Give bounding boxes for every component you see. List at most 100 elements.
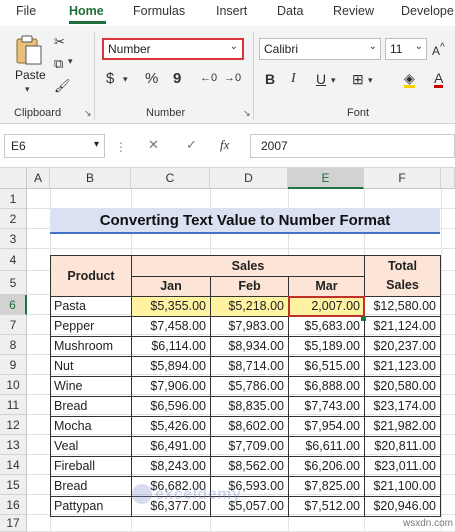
row-header[interactable]: 12 [0, 415, 27, 435]
copy-icon[interactable]: ⧉ [54, 56, 63, 72]
tab-developer[interactable]: Develope [401, 4, 454, 18]
borders-icon[interactable]: ⊞ [352, 71, 364, 88]
cell-mar[interactable]: $7,825.00 [288, 476, 365, 497]
tab-insert[interactable]: Insert [216, 4, 247, 18]
header-product[interactable]: Product [50, 255, 132, 297]
increase-decimal-icon[interactable]: ←0 [200, 72, 217, 84]
column-header-c[interactable]: C [131, 168, 210, 189]
cell-total[interactable]: $20,811.00 [364, 436, 441, 457]
cell-total[interactable]: $21,100.00 [364, 476, 441, 497]
cell-jan[interactable]: $6,596.00 [131, 396, 211, 417]
row-header[interactable]: 16 [0, 495, 27, 515]
accounting-format-button[interactable]: $ [106, 70, 114, 87]
row-header[interactable]: 14 [0, 455, 27, 475]
font-color-icon[interactable]: A [434, 71, 444, 88]
cut-icon[interactable]: ✂ [54, 34, 65, 50]
cell-feb[interactable]: $8,602.00 [210, 416, 289, 437]
cell-mar[interactable]: 2,007.00 [288, 296, 365, 317]
cell-total[interactable]: $20,580.00 [364, 376, 441, 397]
cell-mar[interactable]: $6,888.00 [288, 376, 365, 397]
paste-button[interactable]: Paste [15, 68, 46, 82]
row-header[interactable]: 7 [0, 315, 27, 335]
cell-mar[interactable]: $7,512.00 [288, 496, 365, 517]
column-header-d[interactable]: D [210, 168, 288, 189]
borders-dropdown-icon[interactable]: ▾ [368, 75, 373, 86]
cell-product[interactable]: Mocha [50, 416, 132, 437]
cell-product[interactable]: Nut [50, 356, 132, 377]
cell-total[interactable]: $12,580.00 [364, 296, 441, 317]
underline-dropdown-icon[interactable]: ▾ [331, 75, 336, 86]
decrease-decimal-icon[interactable]: →0 [224, 72, 241, 84]
row-header[interactable]: 9 [0, 355, 27, 375]
cell-product[interactable]: Bread [50, 396, 132, 417]
cell-product[interactable]: Pasta [50, 296, 132, 317]
row-header[interactable]: 3 [0, 229, 27, 249]
column-header-a[interactable]: A [27, 168, 50, 189]
cell-feb[interactable]: $5,786.00 [210, 376, 289, 397]
sheet-title[interactable]: Converting Text Value to Number Format [50, 208, 440, 234]
tab-data[interactable]: Data [277, 4, 303, 18]
number-format-dropdown[interactable]: Number ⌄ [102, 38, 244, 60]
italic-button[interactable]: I [291, 71, 296, 87]
cell-jan[interactable]: $7,458.00 [131, 316, 211, 337]
column-header-b[interactable]: B [50, 168, 131, 189]
fill-color-icon[interactable]: ◈ [404, 71, 415, 88]
cell-mar[interactable]: $6,515.00 [288, 356, 365, 377]
paste-icon[interactable] [14, 34, 44, 66]
font-name-dropdown[interactable]: Calibri ⌄ [259, 38, 381, 60]
accounting-dropdown-icon[interactable]: ▾ [123, 74, 128, 85]
row-header[interactable]: 10 [0, 375, 27, 395]
cell-jan[interactable]: $5,894.00 [131, 356, 211, 377]
cancel-icon[interactable]: ✕ [148, 137, 159, 153]
cell-mar[interactable]: $7,743.00 [288, 396, 365, 417]
cell-feb[interactable]: $8,714.00 [210, 356, 289, 377]
row-header[interactable]: 13 [0, 435, 27, 455]
cell-product[interactable]: Fireball [50, 456, 132, 477]
select-all-corner[interactable] [0, 168, 27, 189]
cell-feb[interactable]: $8,835.00 [210, 396, 289, 417]
row-header[interactable]: 4 [0, 249, 27, 271]
formula-input[interactable]: 2007 [250, 134, 455, 158]
cell-jan[interactable]: $5,426.00 [131, 416, 211, 437]
header-month-jan[interactable]: Jan [131, 276, 211, 297]
header-month-mar[interactable]: Mar [288, 276, 365, 297]
cell-feb[interactable]: $5,218.00 [210, 296, 289, 317]
format-painter-icon[interactable]: 🖌 [54, 78, 71, 94]
row-header[interactable]: 17 [0, 515, 27, 532]
cell-product[interactable]: Veal [50, 436, 132, 457]
column-header-f[interactable]: F [364, 168, 441, 189]
cell-feb[interactable]: $8,562.00 [210, 456, 289, 477]
cell-jan[interactable]: $6,491.00 [131, 436, 211, 457]
font-size-dropdown[interactable]: 11 ⌄ [385, 38, 427, 60]
percent-style-button[interactable]: % [145, 70, 158, 87]
tab-file[interactable]: File [16, 4, 36, 18]
cell-total[interactable]: $21,982.00 [364, 416, 441, 437]
increase-font-size-icon[interactable]: A^ [432, 42, 445, 58]
cell-mar[interactable]: $6,206.00 [288, 456, 365, 477]
tab-review[interactable]: Review [333, 4, 374, 18]
cell-mar[interactable]: $5,683.00 [288, 316, 365, 337]
cell-jan[interactable]: $8,243.00 [131, 456, 211, 477]
cell-total[interactable]: $20,946.00 [364, 496, 441, 517]
cell-total[interactable]: $21,124.00 [364, 316, 441, 337]
cell-product[interactable]: Bread [50, 476, 132, 497]
tab-formulas[interactable]: Formulas [133, 4, 185, 18]
row-header[interactable]: 1 [0, 189, 27, 209]
cell-total[interactable]: $20,237.00 [364, 336, 441, 357]
column-header-e[interactable]: E [288, 168, 364, 189]
cell-jan[interactable]: $5,355.00 [131, 296, 211, 317]
row-header[interactable]: 11 [0, 395, 27, 415]
cell-mar[interactable]: $6,611.00 [288, 436, 365, 457]
row-header[interactable]: 8 [0, 335, 27, 355]
row-header[interactable]: 15 [0, 475, 27, 495]
enter-icon[interactable]: ✓ [186, 137, 197, 153]
header-month-feb[interactable]: Feb [210, 276, 289, 297]
comma-style-button[interactable]: 9 [173, 70, 181, 87]
cell-jan[interactable]: $6,114.00 [131, 336, 211, 357]
cell-mar[interactable]: $7,954.00 [288, 416, 365, 437]
cell-product[interactable]: Pepper [50, 316, 132, 337]
row-header[interactable]: 6 [0, 295, 27, 315]
cell-jan[interactable]: $7,906.00 [131, 376, 211, 397]
header-sales[interactable]: Sales [131, 255, 365, 277]
paste-dropdown-icon[interactable]: ▾ [25, 84, 30, 95]
